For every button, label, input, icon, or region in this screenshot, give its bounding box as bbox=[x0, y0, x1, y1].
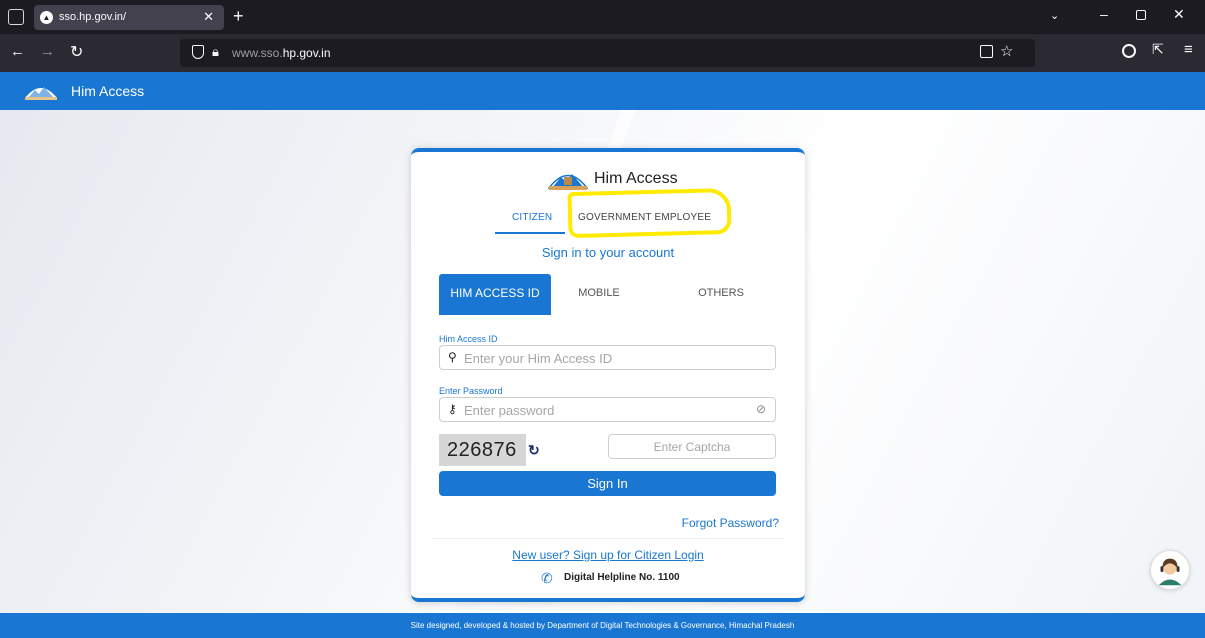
account-icon[interactable] bbox=[1122, 44, 1136, 58]
captcha-input[interactable] bbox=[608, 434, 776, 459]
minimize-icon[interactable]: – bbox=[1100, 6, 1108, 22]
site-footer: Site designed, developed & hosted by Dep… bbox=[0, 613, 1205, 638]
yellow-highlight-annotation bbox=[567, 187, 732, 239]
window-close-icon[interactable]: ✕ bbox=[1173, 6, 1185, 23]
him-access-logo-icon bbox=[548, 174, 588, 190]
forward-icon[interactable]: → bbox=[40, 43, 55, 60]
tab-him-access-id[interactable]: HIM ACCESS ID bbox=[439, 274, 551, 312]
tab-mobile[interactable]: MOBILE bbox=[559, 274, 639, 312]
method-tab-indicator bbox=[439, 312, 551, 315]
password-field: ⚷ ⊘ bbox=[439, 397, 776, 422]
browser-tab-bar: ▲ sso.hp.gov.in/ ✕ + ⌄ – ✕ bbox=[0, 0, 1205, 34]
star-icon[interactable]: ☆ bbox=[1000, 42, 1013, 60]
support-agent-icon[interactable] bbox=[1150, 550, 1190, 590]
tab-citizen[interactable]: CITIZEN bbox=[512, 212, 552, 223]
user-icon: ⚲ bbox=[448, 350, 457, 364]
refresh-icon[interactable]: ↻ bbox=[528, 442, 540, 459]
reader-icon[interactable] bbox=[980, 45, 993, 58]
key-icon: ⚷ bbox=[448, 402, 457, 416]
tab-others[interactable]: OTHERS bbox=[681, 274, 761, 312]
url-bar[interactable]: 🔒︎ www.sso.hp.gov.in ☆ bbox=[180, 39, 1035, 67]
card-title: Him Access bbox=[594, 170, 678, 187]
him-access-logo-icon bbox=[25, 87, 57, 100]
url-text[interactable]: www.sso.hp.gov.in bbox=[232, 46, 331, 60]
browser-nav-bar: ← → ↻ 🔒︎ www.sso.hp.gov.in ☆ ⇱ ≡ bbox=[0, 34, 1205, 72]
him-access-id-input[interactable] bbox=[464, 349, 754, 367]
header-title: Him Access bbox=[71, 83, 145, 99]
login-card: Him Access CITIZEN GOVERNMENT EMPLOYEE S… bbox=[411, 148, 805, 602]
active-tab-indicator bbox=[495, 232, 565, 234]
him-access-id-field: ⚲ bbox=[439, 345, 776, 370]
phone-icon: ✆ bbox=[541, 570, 553, 586]
back-icon[interactable]: ← bbox=[10, 43, 25, 60]
signin-heading: Sign in to your account bbox=[541, 245, 675, 260]
lock-icon[interactable]: 🔒︎ bbox=[212, 44, 219, 60]
tab-title: sso.hp.gov.in/ bbox=[59, 11, 127, 23]
maximize-icon[interactable] bbox=[1136, 10, 1146, 20]
page-background: Him Access Him Access CITIZEN GOVERNMENT… bbox=[0, 72, 1205, 638]
favicon-icon: ▲ bbox=[40, 11, 53, 24]
sign-in-button[interactable]: Sign In bbox=[439, 471, 776, 496]
close-icon[interactable]: ✕ bbox=[203, 9, 214, 25]
helpline-text: Digital Helpline No. 1100 bbox=[564, 572, 680, 583]
extensions-icon[interactable]: ⇱ bbox=[1152, 41, 1164, 58]
captcha-image: 226876 bbox=[439, 434, 526, 466]
tab-list-icon[interactable] bbox=[8, 9, 24, 25]
shield-icon[interactable] bbox=[192, 45, 204, 59]
signup-link[interactable]: New user? Sign up for Citizen Login bbox=[411, 548, 805, 562]
him-access-id-label: Him Access ID bbox=[439, 334, 498, 344]
password-label: Enter Password bbox=[439, 386, 503, 396]
divider bbox=[431, 538, 785, 539]
chevron-down-icon[interactable]: ⌄ bbox=[1050, 9, 1059, 22]
browser-tab[interactable]: ▲ sso.hp.gov.in/ ✕ bbox=[34, 5, 224, 30]
forgot-password-link[interactable]: Forgot Password? bbox=[682, 516, 779, 530]
password-input[interactable] bbox=[464, 401, 754, 419]
reload-icon[interactable]: ↻ bbox=[70, 42, 83, 62]
plus-icon[interactable]: + bbox=[233, 7, 244, 25]
menu-icon[interactable]: ≡ bbox=[1184, 41, 1193, 58]
site-header: Him Access bbox=[0, 72, 1205, 110]
eye-off-icon[interactable]: ⊘ bbox=[756, 402, 766, 416]
